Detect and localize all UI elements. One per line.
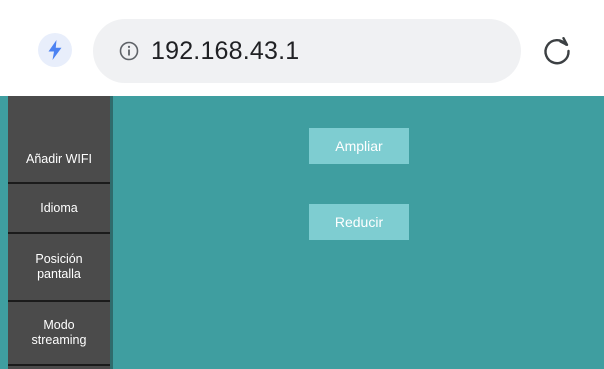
sidebar-item-streaming-mode[interactable]: Modo streaming [8, 302, 110, 364]
sidebar-item-language[interactable]: Idioma [8, 184, 110, 232]
bolt-icon[interactable] [38, 33, 72, 67]
url-text[interactable]: 192.168.43.1 [151, 37, 299, 66]
sidebar-item-label: Modo streaming [31, 318, 87, 347]
sidebar-item-add-wifi[interactable]: Añadir WIFI [8, 136, 110, 182]
zoom-out-button[interactable]: Reducir [309, 204, 409, 240]
browser-toolbar: 192.168.43.1 [0, 0, 604, 96]
address-bar[interactable]: 192.168.43.1 [93, 19, 521, 83]
sidebar-item-label: Añadir WIFI [26, 151, 92, 166]
sidebar-item-label: Idioma [40, 200, 78, 215]
sidebar-item-screen-position[interactable]: Posición pantalla [8, 234, 110, 300]
info-icon[interactable] [119, 41, 139, 61]
page-content: Añadir WIFI Idioma Posición pantalla Mod… [0, 96, 604, 369]
sidebar-item-label: Posición pantalla [35, 252, 83, 281]
sidebar-menu: Añadir WIFI Idioma Posición pantalla Mod… [8, 96, 113, 369]
zoom-in-button[interactable]: Ampliar [309, 128, 409, 164]
sidebar-divider [8, 364, 110, 366]
reload-icon[interactable] [540, 34, 574, 68]
